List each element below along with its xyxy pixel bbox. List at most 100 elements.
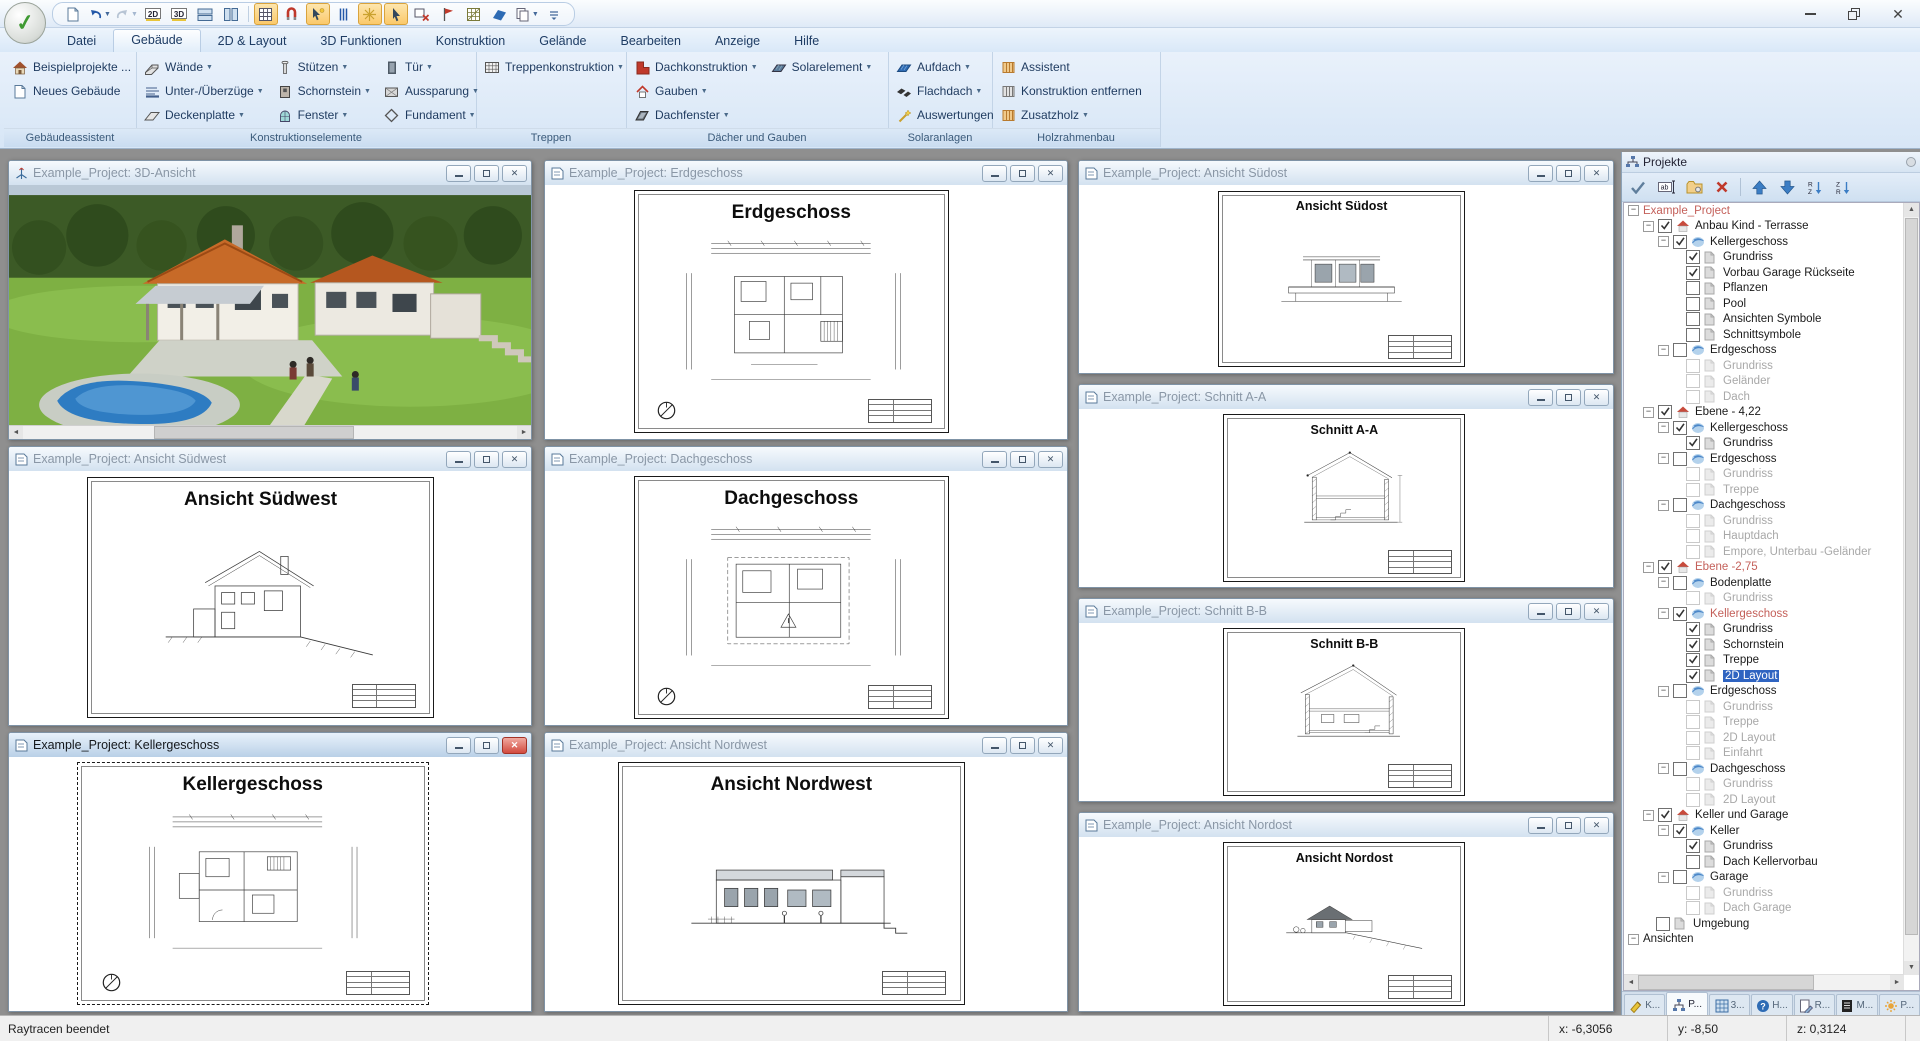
tree-checkbox[interactable] — [1686, 281, 1700, 295]
drawing-area[interactable]: Ansicht Nordost — [1079, 837, 1613, 1011]
tree-checkbox[interactable] — [1686, 591, 1700, 605]
tree-checkbox[interactable] — [1658, 560, 1672, 574]
drawing-area[interactable]: Ansicht Nordwest — [545, 757, 1067, 1011]
window-title-bar[interactable]: Example_Project: Ansicht Nordost✕ — [1079, 813, 1613, 838]
ribbon-button-schornstein[interactable]: Schornstein▼ — [273, 79, 374, 103]
tree-expander-icon[interactable]: − — [1658, 577, 1669, 588]
ribbon-button-deckenplatte[interactable]: Deckenplatte▼ — [140, 103, 267, 127]
ribbon-button-auswertungen[interactable]: Auswertungen — [892, 103, 997, 127]
window-minimize-button[interactable] — [982, 451, 1007, 468]
tree-checkbox[interactable] — [1686, 250, 1700, 264]
window-title-bar[interactable]: Example_Project: 3D-Ansicht✕ — [9, 161, 531, 186]
window-close-button[interactable]: ✕ — [1038, 451, 1063, 468]
view-3d-icon[interactable]: 3D — [167, 3, 191, 25]
tree-item-gel-nder[interactable]: Geländer — [1624, 374, 1904, 390]
tree-item-grundriss[interactable]: Grundriss — [1624, 591, 1904, 607]
tree-checkbox[interactable] — [1686, 653, 1700, 667]
tree-checkbox[interactable] — [1686, 622, 1700, 636]
window-link-icon[interactable] — [410, 3, 434, 25]
window-restore-button[interactable] — [1556, 389, 1581, 406]
tree-expander-icon[interactable]: − — [1643, 407, 1654, 418]
window-close-button[interactable]: ✕ — [1584, 603, 1609, 620]
tree-checkbox[interactable] — [1673, 421, 1687, 435]
tree-checkbox[interactable] — [1673, 576, 1687, 590]
window-title-bar[interactable]: Example_Project: Dachgeschoss✕ — [545, 447, 1067, 472]
tree-item-keller-und-garage[interactable]: −Keller und Garage — [1624, 808, 1904, 824]
ribbon-button-zusatzholz[interactable]: Zusatzholz▼ — [996, 103, 1145, 127]
tree-checkbox[interactable] — [1686, 886, 1700, 900]
window-restore-button[interactable] — [474, 737, 499, 754]
tree-checkbox[interactable] — [1686, 638, 1700, 652]
ribbon-button-flachdach[interactable]: Flachdach▼ — [892, 79, 997, 103]
tree-item-grundriss[interactable]: Grundriss — [1624, 777, 1904, 793]
redo-icon[interactable]: ▼ — [114, 3, 139, 25]
tree-checkbox[interactable] — [1673, 824, 1687, 838]
tree-checkbox[interactable] — [1686, 312, 1700, 326]
window-minimize-button[interactable] — [1528, 817, 1553, 834]
tree-checkbox[interactable] — [1686, 545, 1700, 559]
menu-tab-datei[interactable]: Datei — [50, 31, 113, 52]
menu-tab-bearbeiten[interactable]: Bearbeiten — [603, 31, 697, 52]
delete-icon[interactable] — [1710, 176, 1734, 198]
window-title-bar[interactable]: Example_Project: Kellergeschoss✕ — [9, 733, 531, 758]
tree-expander-icon[interactable]: − — [1658, 872, 1669, 883]
drawing-area[interactable]: Schnitt A-A — [1079, 409, 1613, 587]
tree-horizontal-scrollbar[interactable]: ◄► — [1624, 974, 1904, 990]
apply-icon[interactable] — [1626, 176, 1650, 198]
magnet-icon[interactable] — [280, 3, 304, 25]
window-restore-button[interactable] — [1556, 817, 1581, 834]
tree-item-erdgeschoss[interactable]: −Erdgeschoss — [1624, 451, 1904, 467]
ribbon-button-treppenkonstruktion[interactable]: Treppenkonstruktion▼ — [480, 55, 627, 79]
tree-item-dach-kellervorbau[interactable]: Dach Kellervorbau — [1624, 854, 1904, 870]
tree-item-grundriss[interactable]: Grundriss — [1624, 513, 1904, 529]
ribbon-button-st-tzen[interactable]: Stützen▼ — [273, 55, 374, 79]
tree-checkbox[interactable] — [1673, 870, 1687, 884]
window-restore-button[interactable] — [474, 165, 499, 182]
pin-icon[interactable] — [1905, 156, 1917, 168]
window-close-button[interactable]: ✕ — [502, 165, 527, 182]
tree-item-grundriss[interactable]: Grundriss — [1624, 467, 1904, 483]
app-minimize-button[interactable] — [1788, 0, 1832, 27]
tree-item-grundriss[interactable]: Grundriss — [1624, 358, 1904, 374]
drawing-area[interactable]: Ansicht Südwest — [9, 471, 531, 725]
window-title-bar[interactable]: Example_Project: Ansicht Nordwest✕ — [545, 733, 1067, 758]
window-title-bar[interactable]: Example_Project: Ansicht Südwest✕ — [9, 447, 531, 472]
window-close-button[interactable]: ✕ — [1584, 165, 1609, 182]
window-minimize-button[interactable] — [1528, 389, 1553, 406]
window-close-button[interactable]: ✕ — [502, 737, 527, 754]
move-up-icon[interactable] — [1747, 176, 1771, 198]
tree-item-treppe[interactable]: Treppe — [1624, 482, 1904, 498]
sort-descending-icon[interactable]: ZR — [1831, 176, 1855, 198]
window-restore-button[interactable] — [1010, 451, 1035, 468]
tree-checkbox[interactable] — [1686, 746, 1700, 760]
tree-item-umgebung[interactable]: Umgebung — [1624, 916, 1904, 932]
rename-icon[interactable]: ab — [1654, 176, 1678, 198]
tree-expander-icon[interactable]: − — [1658, 236, 1669, 247]
tree-expander-icon[interactable]: − — [1658, 825, 1669, 836]
tree-item-grundriss[interactable]: Grundriss — [1624, 839, 1904, 855]
tree-item-schornstein[interactable]: Schornstein — [1624, 637, 1904, 653]
window-minimize-button[interactable] — [982, 165, 1007, 182]
tree-checkbox[interactable] — [1686, 390, 1700, 404]
tree-item-erdgeschoss[interactable]: −Erdgeschoss — [1624, 684, 1904, 700]
tree-checkbox[interactable] — [1686, 359, 1700, 373]
menu-tab-hilfe[interactable]: Hilfe — [777, 31, 836, 52]
tree-expander-icon[interactable]: − — [1658, 422, 1669, 433]
ribbon-button-aufdach[interactable]: Aufdach▼ — [892, 55, 997, 79]
ribbon-button-fundament[interactable]: Fundament▼ — [380, 103, 482, 127]
window-title-bar[interactable]: Example_Project: Schnitt A-A✕ — [1079, 385, 1613, 410]
tree-expander-icon[interactable]: − — [1658, 763, 1669, 774]
tree-checkbox[interactable] — [1686, 529, 1700, 543]
menu-tab-anzeige[interactable]: Anzeige — [698, 31, 777, 52]
tree-item-treppe[interactable]: Treppe — [1624, 653, 1904, 669]
tree-checkbox[interactable] — [1686, 436, 1700, 450]
tree-checkbox[interactable] — [1686, 731, 1700, 745]
tree-checkbox[interactable] — [1686, 514, 1700, 528]
tree-item-empore-unterbau-gel-nder[interactable]: Empore, Unterbau -Geländer — [1624, 544, 1904, 560]
ribbon-button-t-r[interactable]: Tür▼ — [380, 55, 482, 79]
window-minimize-button[interactable] — [1528, 603, 1553, 620]
ribbon-button-konstruktion-entfernen[interactable]: Konstruktion entfernen — [996, 79, 1145, 103]
window-title-bar[interactable]: Example_Project: Schnitt B-B✕ — [1079, 599, 1613, 624]
tree-expander-icon[interactable]: − — [1628, 205, 1639, 216]
menu-tab-2d-layout[interactable]: 2D & Layout — [201, 31, 304, 52]
